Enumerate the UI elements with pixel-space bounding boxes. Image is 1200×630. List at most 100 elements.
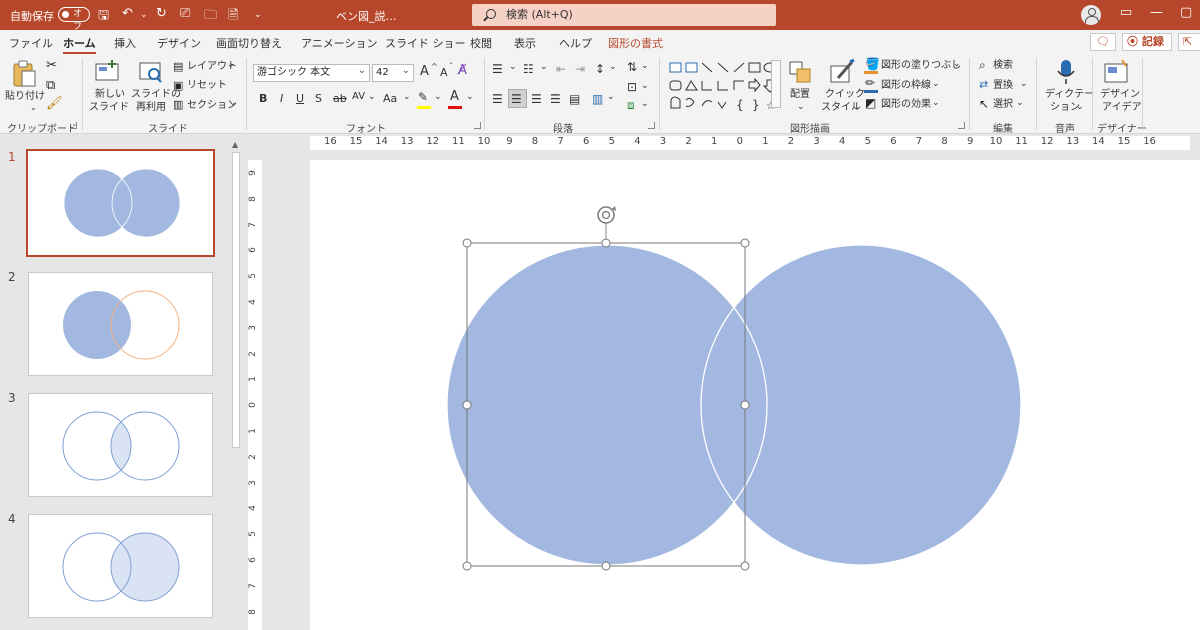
- new-slide-icon[interactable]: [94, 60, 120, 84]
- tab-home[interactable]: ホーム: [63, 35, 96, 55]
- bullets-icon[interactable]: ☰: [492, 62, 503, 76]
- design-ideas-label-1[interactable]: デザイン: [1100, 88, 1140, 101]
- quick-styles-dropdown-icon[interactable]: ⌄: [852, 101, 860, 114]
- venn-diagram[interactable]: [310, 160, 1200, 630]
- tab-file[interactable]: ファイル: [9, 35, 53, 51]
- resize-handle-bottom-left[interactable]: [462, 561, 472, 571]
- section-dropdown-icon[interactable]: ⌄: [229, 97, 237, 110]
- tab-design[interactable]: デザイン: [157, 35, 201, 51]
- reuse-slides-icon[interactable]: [138, 60, 164, 84]
- shrink-font-button[interactable]: A: [440, 66, 448, 79]
- quick-styles-label-1[interactable]: クイック: [825, 88, 865, 101]
- grow-font-button[interactable]: A: [420, 64, 429, 79]
- arrange-icon[interactable]: [788, 60, 814, 86]
- text-direction-dropdown-icon[interactable]: ⌄: [641, 61, 649, 71]
- resize-handle-top[interactable]: [601, 238, 611, 248]
- bold-button[interactable]: B: [259, 92, 267, 105]
- thumbnail-scroll-thumb[interactable]: [232, 152, 240, 448]
- tab-slideshow[interactable]: スライド ショー: [385, 35, 466, 51]
- resize-handle-top-right[interactable]: [740, 238, 750, 248]
- save-icon[interactable]: 🖫: [98, 6, 109, 28]
- autosave-toggle[interactable]: オフ: [58, 7, 90, 32]
- tab-transitions[interactable]: 画面切り替え: [216, 35, 282, 51]
- distributed-icon[interactable]: ▤: [569, 92, 580, 106]
- clipboard-launcher-icon[interactable]: [70, 122, 77, 129]
- cut-icon[interactable]: ✂: [46, 58, 57, 73]
- design-ideas-label-2[interactable]: アイデア: [1102, 101, 1142, 114]
- resize-handle-bottom[interactable]: [601, 561, 611, 571]
- font-color-dropdown-icon[interactable]: ⌄: [466, 92, 474, 102]
- document-title[interactable]: ベン図_説…: [336, 8, 397, 24]
- comments-icon[interactable]: 🗨: [1090, 33, 1116, 51]
- scroll-up-icon[interactable]: ▲: [232, 140, 238, 149]
- select-icon[interactable]: ↖: [979, 97, 989, 111]
- slide-thumbnail-4[interactable]: [28, 514, 213, 618]
- dictate-label-1[interactable]: ディクテー: [1045, 88, 1094, 101]
- resize-handle-bottom-right[interactable]: [740, 561, 750, 571]
- new-slide-label-1[interactable]: 新しい: [95, 88, 125, 101]
- align-center-icon[interactable]: ☰: [511, 92, 522, 106]
- tab-insert[interactable]: 挿入: [114, 35, 136, 51]
- redo-icon[interactable]: ↻: [156, 6, 167, 21]
- align-right-icon[interactable]: ☰: [531, 92, 542, 106]
- layout-icon[interactable]: ▤: [173, 60, 183, 73]
- shapes-gallery-scroll[interactable]: [771, 60, 781, 108]
- italic-button[interactable]: I: [280, 92, 283, 105]
- open-icon[interactable]: 🗀: [204, 6, 217, 28]
- paragraph-launcher-icon[interactable]: [648, 122, 655, 129]
- bullets-dropdown-icon[interactable]: ⌄: [509, 62, 517, 72]
- justify-icon[interactable]: ☰: [550, 92, 561, 106]
- document-icon[interactable]: 🗎: [228, 6, 238, 28]
- align-text-dropdown-icon[interactable]: ⌄: [641, 81, 649, 91]
- account-avatar[interactable]: [1081, 5, 1101, 25]
- font-size-select[interactable]: 42: [372, 63, 414, 82]
- reset-button[interactable]: リセット: [187, 79, 227, 92]
- slide-thumbnail-2[interactable]: [28, 272, 213, 376]
- underline-button[interactable]: U: [296, 92, 304, 105]
- font-name-select[interactable]: 游ゴシック 本文: [253, 63, 370, 82]
- replace-icon[interactable]: ⇄: [979, 78, 988, 91]
- shape-fill-icon[interactable]: 🪣: [865, 57, 880, 71]
- highlight-icon[interactable]: ✎: [418, 90, 428, 104]
- numbering-dropdown-icon[interactable]: ⌄: [540, 62, 548, 72]
- maximize-icon[interactable]: ▢: [1180, 5, 1192, 20]
- layout-dropdown-icon[interactable]: ⌄: [227, 59, 235, 72]
- copy-icon[interactable]: ⧉: [46, 78, 55, 93]
- thumbnail-scrollbar[interactable]: ▲: [230, 140, 242, 630]
- tab-shape-format[interactable]: 図形の書式: [608, 35, 663, 51]
- reset-icon[interactable]: ▣: [173, 79, 183, 92]
- font-launcher-icon[interactable]: [474, 122, 481, 129]
- text-direction-icon[interactable]: ⇅: [627, 60, 637, 74]
- columns-icon[interactable]: ▥: [592, 92, 603, 106]
- shape-outline-dropdown-icon[interactable]: ⌄: [932, 78, 940, 91]
- shapes-gallery[interactable]: { } ☆: [668, 60, 780, 114]
- slide-thumbnail-1[interactable]: [26, 149, 215, 257]
- shape-fill-dropdown-icon[interactable]: ⌄: [953, 58, 961, 71]
- char-spacing-button[interactable]: AV: [352, 91, 365, 102]
- shape-effects-dropdown-icon[interactable]: ⌄: [932, 97, 940, 110]
- resize-handle-left[interactable]: [462, 400, 472, 410]
- section-icon[interactable]: ▥: [173, 98, 183, 111]
- slide-thumbnail-3[interactable]: [28, 393, 213, 497]
- paste-label[interactable]: 貼り付け: [5, 90, 45, 103]
- tab-review[interactable]: 校閲: [470, 35, 492, 51]
- select-button[interactable]: 選択: [993, 98, 1013, 111]
- customize-qat-icon[interactable]: ⌄: [254, 10, 262, 20]
- quick-styles-icon[interactable]: [828, 58, 856, 86]
- font-color-icon[interactable]: A: [450, 89, 459, 104]
- clear-formatting-icon[interactable]: A̸: [458, 63, 467, 78]
- highlight-dropdown-icon[interactable]: ⌄: [434, 92, 442, 102]
- rotate-handle-icon[interactable]: [597, 206, 616, 224]
- new-slide-label-2[interactable]: スライド: [89, 101, 129, 114]
- strikethrough-button[interactable]: ab: [333, 92, 347, 105]
- share-icon[interactable]: ⇱: [1178, 33, 1200, 51]
- increase-indent-icon[interactable]: ⇥: [575, 62, 585, 76]
- paste-dropdown-icon[interactable]: ⌄: [30, 101, 37, 114]
- replace-dropdown-icon[interactable]: ⌄: [1020, 78, 1028, 91]
- dictate-dropdown-icon[interactable]: ⌄: [1076, 101, 1084, 114]
- undo-dropdown-icon[interactable]: ⌄: [140, 10, 148, 20]
- numbering-icon[interactable]: ☷: [523, 62, 534, 76]
- smartart-icon[interactable]: ⧈: [627, 98, 635, 113]
- tab-view[interactable]: 表示: [514, 35, 536, 51]
- design-ideas-icon[interactable]: [1102, 58, 1130, 86]
